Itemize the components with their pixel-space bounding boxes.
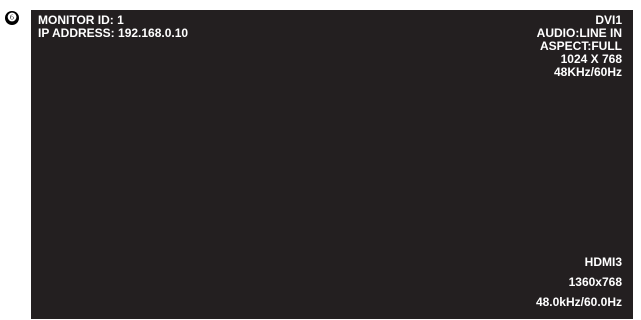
bottom-frequency-label: 48.0kHz/60.0Hz <box>535 295 622 309</box>
bottom-resolution-label: 1360x768 <box>568 275 622 289</box>
ip-address-label: IP ADDRESS: 192.168.0.10 <box>38 26 189 40</box>
osd-info-bottom-right: HDMI3 1360x768 48.0kHz/60.0Hz <box>536 252 622 312</box>
osd-info-top-right: DVI1 AUDIO:LINE IN ASPECT:FULL 1024 X 76… <box>537 14 622 79</box>
frequency-label: 48KHz/60Hz <box>553 65 622 79</box>
callout-number-badge: ❻ <box>5 11 19 25</box>
monitor-screen: MONITOR ID: 1 IP ADDRESS: 192.168.0.10 D… <box>31 10 633 319</box>
osd-info-left: MONITOR ID: 1 IP ADDRESS: 192.168.0.10 <box>38 14 188 40</box>
bottom-input-source-label: HDMI3 <box>584 255 622 269</box>
